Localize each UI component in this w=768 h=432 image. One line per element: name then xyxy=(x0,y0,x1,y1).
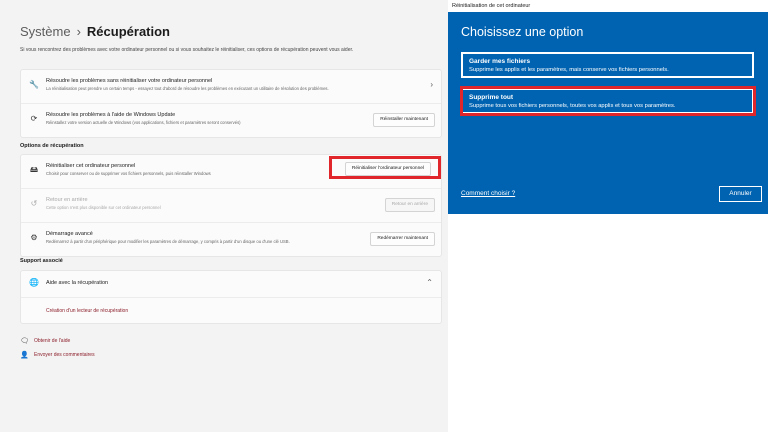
chevron-up-icon: ⌃ xyxy=(426,278,433,287)
breadcrumb-parent[interactable]: Système xyxy=(20,24,71,39)
history-icon: ↺ xyxy=(30,199,38,208)
get-help-link[interactable]: Obtenir de l'aide xyxy=(34,338,70,344)
breadcrumb: Système › Récupération xyxy=(20,24,170,39)
dialog-title-bar: Réinitialisation de cet ordinateur xyxy=(448,0,768,12)
support-card: 🌐 Aide avec la récupération ⌃ Création d… xyxy=(20,270,442,324)
breadcrumb-separator: › xyxy=(76,24,81,39)
globe-icon: 🌐 xyxy=(29,278,39,287)
get-help-footer[interactable]: 🗨 Obtenir de l'aide xyxy=(20,337,70,345)
how-to-choose-link[interactable]: Comment choisir ? xyxy=(461,190,515,197)
page-description: Si vous rencontrez des problèmes avec vo… xyxy=(20,47,354,53)
help-icon: 🗨 xyxy=(20,338,29,345)
windows-update-subtitle: Réinstallez votre version actuelle de Wi… xyxy=(46,120,241,125)
go-back-title: Retour en arrière xyxy=(46,197,88,203)
highlight-reset-button xyxy=(329,156,441,179)
reinstall-now-button[interactable]: Réinstaller maintenant xyxy=(373,113,435,127)
feedback-footer[interactable]: 👤 Envoyer des commentaires xyxy=(20,351,95,359)
keep-files-title: Garder mes fichiers xyxy=(469,58,531,65)
recovery-drive-link[interactable]: Création d'un lecteur de récupération xyxy=(46,308,128,314)
advanced-startup-subtitle: Redémarrez à partir d'un périphérique po… xyxy=(46,239,290,244)
recovery-help-row[interactable]: 🌐 Aide avec la récupération ⌃ xyxy=(21,271,441,297)
go-back-row: ↺ Retour en arrière Cette option n'est p… xyxy=(21,189,441,222)
reset-pc-title: Réinitialiser cet ordinateur personnel xyxy=(46,163,136,169)
section-support-heading: Support associé xyxy=(20,258,63,264)
windows-update-title: Résoudre les problèmes à l'aide de Windo… xyxy=(46,112,176,118)
section-recovery-heading: Options de récupération xyxy=(20,143,84,149)
refresh-icon: ⟳ xyxy=(30,114,38,123)
troubleshoot-row[interactable]: 🔧 Résoudre les problèmes sans réinitiali… xyxy=(21,70,441,103)
advanced-startup-icon: ⚙ xyxy=(30,233,38,242)
reset-dialog: Réinitialisation de cet ordinateur Chois… xyxy=(448,0,768,214)
page-title: Récupération xyxy=(86,24,170,39)
windows-update-row: ⟳ Résoudre les problèmes à l'aide de Win… xyxy=(21,104,441,137)
troubleshoot-subtitle: La réinitialisation peut prendre un cert… xyxy=(46,86,329,91)
dialog-heading: Choisissez une option xyxy=(461,25,584,39)
recovery-help-title: Aide avec la récupération xyxy=(46,280,109,286)
keep-files-option[interactable]: Garder mes fichiers Supprime les applis … xyxy=(461,52,754,78)
wrench-icon: 🔧 xyxy=(29,80,39,89)
cancel-button[interactable]: Annuler xyxy=(719,186,762,202)
troubleshoot-card: 🔧 Résoudre les problèmes sans réinitiali… xyxy=(20,69,442,138)
reset-pc-icon: 🖴 xyxy=(29,165,39,174)
troubleshoot-title: Résoudre les problèmes sans réinitialise… xyxy=(46,78,213,84)
go-back-button: Retour en arrière xyxy=(384,198,435,212)
advanced-startup-title: Démarrage avancé xyxy=(46,231,93,237)
restart-now-button[interactable]: Redémarrer maintenant xyxy=(370,232,435,246)
advanced-startup-row: ⚙ Démarrage avancé Redémarrez à partir d… xyxy=(21,223,441,256)
keep-files-subtitle: Supprime les applis et les paramètres, m… xyxy=(469,67,669,73)
highlight-remove-everything xyxy=(460,86,756,116)
reset-pc-subtitle: Choisir pour conserver ou de supprimer v… xyxy=(46,171,211,176)
feedback-link[interactable]: Envoyer des commentaires xyxy=(34,352,95,358)
recovery-drive-row: Création d'un lecteur de récupération xyxy=(21,297,441,323)
settings-pane: Système › Récupération Si vous rencontre… xyxy=(0,0,448,432)
chevron-right-icon: › xyxy=(430,80,433,89)
go-back-subtitle: Cette option n'est plus disponible sur c… xyxy=(46,205,161,210)
feedback-icon: 👤 xyxy=(20,352,29,359)
